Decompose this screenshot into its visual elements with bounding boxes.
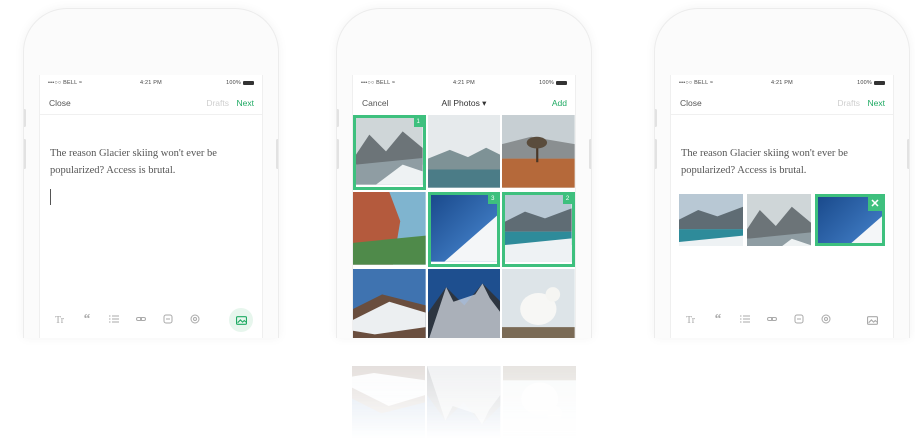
battery-indicator: 100% (539, 80, 567, 86)
photo-thumb-snowy-valley-lake[interactable]: 2 (502, 192, 575, 267)
phone-compose-attached: •••○○ BELL ≈ 4:21 PM 100% Close Drafts N… (654, 8, 910, 338)
add-button[interactable]: Add (552, 98, 567, 108)
reflection-compose-attached (669, 345, 895, 439)
phone-side-button (655, 109, 657, 127)
battery-icon (874, 80, 885, 85)
mention-icon[interactable] (154, 314, 181, 327)
battery-indicator: 100% (226, 80, 254, 86)
attached-photo-snowy-valley-lake[interactable] (679, 194, 743, 246)
nav-bar: Close Drafts Next (671, 91, 893, 115)
status-bar: •••○○ BELL ≈ 4:21 PM 100% (40, 75, 262, 91)
format-toolbar: Tr “ (671, 302, 893, 338)
reflection-thumb (427, 345, 501, 439)
phone-side-button (907, 139, 909, 169)
battery-icon (243, 80, 254, 85)
selection-badge: 2 (562, 195, 572, 204)
next-button[interactable]: Next (237, 98, 254, 108)
list-icon[interactable] (100, 314, 127, 327)
reflection-grid (352, 345, 576, 439)
photo-thumb-autumn-tree-field[interactable] (502, 115, 575, 190)
photo-icon[interactable] (229, 308, 253, 332)
format-toolbar: Tr “ (40, 302, 262, 338)
emoji-icon[interactable] (812, 314, 839, 327)
phone-side-button (24, 139, 26, 169)
link-icon[interactable] (758, 314, 785, 327)
reflection-thumb (502, 345, 576, 439)
mention-icon[interactable] (785, 314, 812, 327)
photo-grid: 1 3 2 (353, 115, 575, 338)
compose-attached-screen: •••○○ BELL ≈ 4:21 PM 100% Close Drafts N… (670, 75, 894, 338)
quote-icon[interactable]: “ (73, 312, 100, 328)
photo-picker-screen: •••○○ BELL ≈ 4:21 PM 100% Cancel All Pho… (352, 75, 576, 338)
text-format-icon[interactable]: Tr (677, 315, 704, 326)
phone-side-button (276, 139, 278, 169)
nav-bar: Close Drafts Next (40, 91, 262, 115)
reflection-thumb (352, 345, 426, 439)
photo-thumb-dark-mountain-peaks[interactable] (427, 269, 501, 338)
phone-side-button (24, 109, 26, 127)
post-text-editor[interactable]: The reason Glacier skiing won't ever be … (681, 145, 883, 179)
text-cursor (50, 189, 51, 205)
emoji-icon[interactable] (181, 314, 208, 327)
battery-indicator: 100% (857, 80, 885, 86)
battery-label: 100% (539, 80, 554, 86)
phone-compose: •••○○ BELL ≈ 4:21 PM 100% Close Drafts N… (23, 8, 279, 338)
status-bar: •••○○ BELL ≈ 4:21 PM 100% (353, 75, 575, 91)
phone-side-button (337, 139, 339, 169)
photo-thumb-red-canyon-cliff[interactable] (353, 192, 426, 267)
attached-photo-blue-sky-snow-slope[interactable]: ✕ (815, 194, 885, 246)
photo-icon[interactable] (860, 308, 884, 332)
quote-icon[interactable]: “ (704, 312, 731, 328)
album-selector[interactable]: All Photos ▾ (353, 98, 575, 109)
drafts-button[interactable]: Drafts (837, 98, 860, 108)
selection-badge: 1 (413, 118, 423, 127)
next-button[interactable]: Next (868, 98, 885, 108)
phone-photo-picker: •••○○ BELL ≈ 4:21 PM 100% Cancel All Pho… (336, 8, 592, 338)
attached-photo-snowy-mountain-lake[interactable] (747, 194, 811, 246)
phone-side-button (655, 139, 657, 169)
attached-photos-strip: ✕ (679, 194, 885, 246)
status-bar: •••○○ BELL ≈ 4:21 PM 100% (671, 75, 893, 91)
battery-label: 100% (857, 80, 872, 86)
compose-screen: •••○○ BELL ≈ 4:21 PM 100% Close Drafts N… (39, 75, 263, 338)
photo-thumb-snowy-mountain-lake[interactable]: 1 (353, 115, 426, 190)
photo-thumb-misty-lake[interactable] (427, 115, 501, 190)
battery-label: 100% (226, 80, 241, 86)
phone-side-button (337, 109, 339, 127)
post-text-editor[interactable]: The reason Glacier skiing won't ever be … (50, 145, 252, 179)
remove-photo-icon[interactable]: ✕ (868, 197, 882, 211)
link-icon[interactable] (127, 314, 154, 327)
photo-thumb-mountain-goat[interactable] (502, 269, 575, 338)
reflection-photo-grid (352, 345, 576, 439)
battery-icon (556, 80, 567, 85)
list-icon[interactable] (731, 314, 758, 327)
nav-bar: Cancel All Photos ▾ Add (353, 91, 575, 115)
drafts-button[interactable]: Drafts (206, 98, 229, 108)
close-button[interactable]: Close (49, 98, 71, 108)
photo-thumb-snowy-ridge-sunset[interactable] (353, 269, 426, 338)
photo-thumb-blue-sky-snow-slope[interactable]: 3 (427, 192, 501, 267)
reflection-compose (38, 345, 264, 439)
text-format-icon[interactable]: Tr (46, 315, 73, 326)
close-button[interactable]: Close (680, 98, 702, 108)
phone-side-button (589, 139, 591, 169)
selection-badge: 3 (488, 195, 498, 204)
